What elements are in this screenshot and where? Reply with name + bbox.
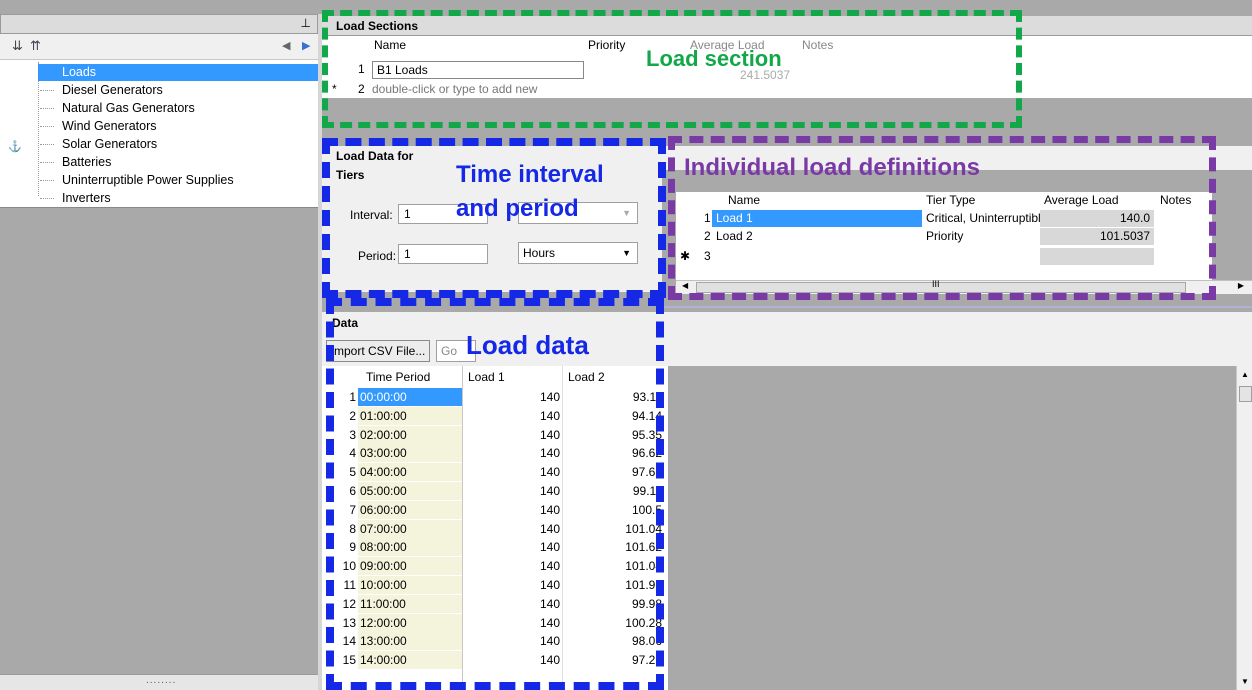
time-interval-annotation-label: Time interval and period bbox=[456, 161, 604, 222]
tree-item-inverters[interactable]: Inverters bbox=[38, 190, 115, 207]
scroll-up-icon[interactable]: ▲ bbox=[1241, 370, 1249, 379]
grip-icon: ........ bbox=[146, 675, 177, 686]
pin-icon[interactable]: ⊥ bbox=[301, 16, 311, 30]
left-panel-header: ⊥ bbox=[0, 14, 318, 34]
scroll-right-icon[interactable]: ▶ bbox=[1238, 281, 1244, 290]
collapse-all-icon[interactable]: ⇈ bbox=[30, 38, 41, 54]
scroll-down-icon[interactable]: ▼ bbox=[1241, 677, 1249, 686]
tree-item-diesel-generators[interactable]: Diesel Generators bbox=[38, 82, 167, 99]
component-tree: ⚓ Loads Diesel Generators Natural Gas Ge… bbox=[0, 60, 318, 208]
load-section-annotation-label: Load section bbox=[646, 46, 782, 71]
panel-splitter[interactable] bbox=[662, 306, 1252, 308]
expand-all-icon[interactable]: ⇊ bbox=[12, 38, 23, 54]
scrollbar-thumb[interactable] bbox=[1239, 386, 1252, 402]
tree-item-natural-gas-generators[interactable]: Natural Gas Generators bbox=[38, 100, 199, 117]
anchor-icon: ⚓ bbox=[8, 141, 22, 153]
tree-item-solar-generators[interactable]: Solar Generators bbox=[38, 136, 161, 153]
nav-forward-icon[interactable]: ▶ bbox=[302, 39, 310, 52]
tree-item-batteries[interactable]: Batteries bbox=[38, 154, 115, 171]
tree-item-ups[interactable]: Uninterruptible Power Supplies bbox=[38, 172, 238, 189]
tree-toolbar: ⇊ ⇈ ◀ ▶ bbox=[0, 34, 318, 60]
load-data-annotation-label: Load data bbox=[466, 330, 589, 360]
left-panel-splitter[interactable]: ........ bbox=[0, 674, 318, 690]
individual-loads-annotation-label: Individual load definitions bbox=[684, 154, 981, 181]
tree-item-wind-generators[interactable]: Wind Generators bbox=[38, 118, 160, 135]
tree-item-loads[interactable]: Loads bbox=[38, 64, 318, 81]
nav-back-icon[interactable]: ◀ bbox=[282, 39, 290, 52]
vertical-scrollbar[interactable]: ▲ ▼ bbox=[1236, 366, 1252, 690]
